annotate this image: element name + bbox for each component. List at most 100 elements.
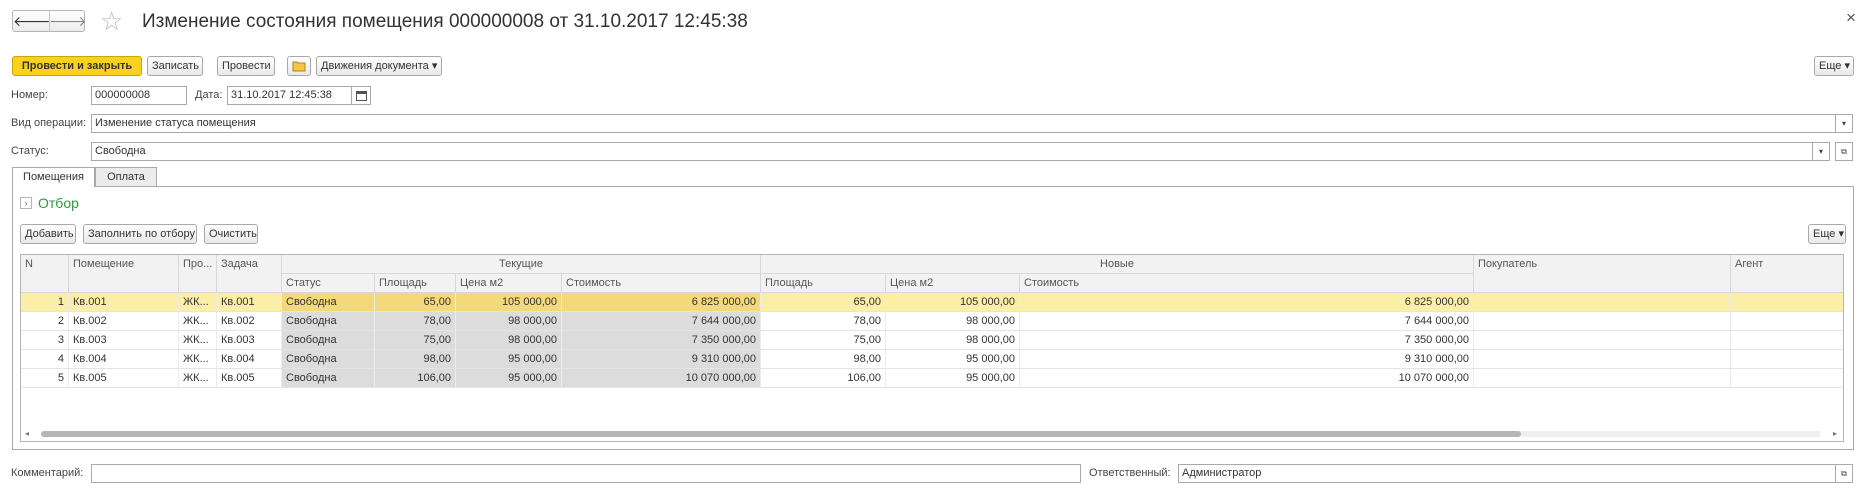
- cell-area[interactable]: 78,00: [375, 312, 456, 330]
- cell-new-area[interactable]: 75,00: [761, 331, 886, 349]
- cell-new-cost[interactable]: 9 310 000,00: [1020, 350, 1474, 368]
- header-project[interactable]: Про...: [179, 255, 217, 293]
- cell-area[interactable]: 106,00: [375, 369, 456, 387]
- more-button[interactable]: Еще ▾: [1814, 56, 1854, 76]
- cell-status[interactable]: Свободна: [282, 331, 375, 349]
- tab-payment[interactable]: Оплата: [95, 167, 157, 186]
- add-row-button[interactable]: Добавить: [20, 224, 76, 244]
- header-buyer[interactable]: Покупатель: [1474, 255, 1731, 293]
- favorite-star-icon[interactable]: ☆: [100, 6, 123, 36]
- cell-new-price[interactable]: 95 000,00: [886, 369, 1020, 387]
- scroll-left-icon[interactable]: ◂: [25, 429, 29, 438]
- cell-area[interactable]: 75,00: [375, 331, 456, 349]
- header-n[interactable]: N: [21, 255, 69, 293]
- header-agent[interactable]: Агент: [1731, 255, 1843, 293]
- status-field[interactable]: Свободна: [91, 142, 1813, 161]
- cell-proj[interactable]: ЖК...: [179, 350, 217, 368]
- header-current-cost[interactable]: Стоимость: [562, 274, 761, 293]
- cell-task[interactable]: Кв.001: [217, 293, 282, 311]
- cell-cost[interactable]: 9 310 000,00: [562, 350, 761, 368]
- cell-n[interactable]: 4: [21, 350, 69, 368]
- cell-new-area[interactable]: 98,00: [761, 350, 886, 368]
- cell-new-cost[interactable]: 7 350 000,00: [1020, 331, 1474, 349]
- header-task[interactable]: Задача: [217, 255, 282, 293]
- cell-room[interactable]: Кв.002: [69, 312, 179, 330]
- cell-n[interactable]: 2: [21, 312, 69, 330]
- cell-proj[interactable]: ЖК...: [179, 369, 217, 387]
- cell-new-cost[interactable]: 6 825 000,00: [1020, 293, 1474, 311]
- cell-new-area[interactable]: 78,00: [761, 312, 886, 330]
- cell-n[interactable]: 5: [21, 369, 69, 387]
- cell-empty[interactable]: [1731, 369, 1843, 387]
- cell-task[interactable]: Кв.002: [217, 312, 282, 330]
- clear-button[interactable]: Очистить: [204, 224, 258, 244]
- cell-new-area[interactable]: 65,00: [761, 293, 886, 311]
- cell-status[interactable]: Свободна: [282, 369, 375, 387]
- cell-task[interactable]: Кв.003: [217, 331, 282, 349]
- date-field[interactable]: 31.10.2017 12:45:38: [227, 86, 352, 105]
- cell-area[interactable]: 98,00: [375, 350, 456, 368]
- cell-price[interactable]: 95 000,00: [456, 350, 562, 368]
- cell-room[interactable]: Кв.001: [69, 293, 179, 311]
- cell-n[interactable]: 3: [21, 331, 69, 349]
- responsible-open-icon[interactable]: ⧉: [1835, 464, 1853, 483]
- cell-status[interactable]: Свободна: [282, 312, 375, 330]
- cell-empty[interactable]: [1731, 331, 1843, 349]
- cell-cost[interactable]: 10 070 000,00: [562, 369, 761, 387]
- header-new-price[interactable]: Цена м2: [886, 274, 1020, 293]
- operation-type-dropdown-icon[interactable]: ▾: [1835, 114, 1853, 133]
- back-icon[interactable]: 🡐: [13, 11, 51, 31]
- fill-by-filter-button[interactable]: Заполнить по отбору: [83, 224, 197, 244]
- cell-new-cost[interactable]: 10 070 000,00: [1020, 369, 1474, 387]
- document-movements-button[interactable]: Движения документа ▾: [316, 56, 442, 76]
- post-button[interactable]: Провести: [217, 56, 275, 76]
- header-current-price[interactable]: Цена м2: [456, 274, 562, 293]
- cell-price[interactable]: 95 000,00: [456, 369, 562, 387]
- number-field[interactable]: 000000008: [91, 86, 187, 105]
- close-icon[interactable]: ×: [1846, 8, 1856, 28]
- cell-new-cost[interactable]: 7 644 000,00: [1020, 312, 1474, 330]
- cell-empty[interactable]: [1474, 369, 1731, 387]
- tab-rooms[interactable]: Помещения: [12, 167, 95, 187]
- post-and-close-button[interactable]: Провести и закрыть: [12, 56, 142, 76]
- cell-cost[interactable]: 7 644 000,00: [562, 312, 761, 330]
- cell-new-price[interactable]: 95 000,00: [886, 350, 1020, 368]
- cell-proj[interactable]: ЖК...: [179, 331, 217, 349]
- cell-status[interactable]: Свободна: [282, 350, 375, 368]
- cell-task[interactable]: Кв.004: [217, 350, 282, 368]
- scroll-right-icon[interactable]: ▸: [1833, 429, 1837, 438]
- header-new-cost[interactable]: Стоимость: [1020, 274, 1474, 293]
- cell-status[interactable]: Свободна: [282, 293, 375, 311]
- cell-empty[interactable]: [1731, 350, 1843, 368]
- cell-n[interactable]: 1: [21, 293, 69, 311]
- cell-empty[interactable]: [1474, 350, 1731, 368]
- header-room[interactable]: Помещение: [69, 255, 179, 293]
- cell-price[interactable]: 105 000,00: [456, 293, 562, 311]
- cell-empty[interactable]: [1474, 331, 1731, 349]
- cell-area[interactable]: 65,00: [375, 293, 456, 311]
- forward-icon[interactable]: 🡒: [49, 11, 87, 31]
- cell-new-area[interactable]: 106,00: [761, 369, 886, 387]
- cell-empty[interactable]: [1731, 312, 1843, 330]
- cell-cost[interactable]: 7 350 000,00: [562, 331, 761, 349]
- cell-cost[interactable]: 6 825 000,00: [562, 293, 761, 311]
- cell-proj[interactable]: ЖК...: [179, 312, 217, 330]
- table-row[interactable]: 1 Кв.001 ЖК... Кв.001 Свободна 65,00 105 000,0…: [21, 293, 1843, 312]
- table-more-button[interactable]: Еще ▾: [1808, 224, 1846, 244]
- calendar-button[interactable]: [351, 86, 371, 105]
- cell-new-price[interactable]: 105 000,00: [886, 293, 1020, 311]
- responsible-field[interactable]: Администратор: [1178, 464, 1836, 483]
- cell-price[interactable]: 98 000,00: [456, 312, 562, 330]
- filter-label[interactable]: Отбор: [38, 195, 79, 212]
- cell-empty[interactable]: [1474, 312, 1731, 330]
- cell-new-price[interactable]: 98 000,00: [886, 312, 1020, 330]
- cell-room[interactable]: Кв.003: [69, 331, 179, 349]
- comment-field[interactable]: [91, 464, 1081, 483]
- status-open-icon[interactable]: ⧉: [1835, 142, 1853, 161]
- save-button[interactable]: Записать: [147, 56, 203, 76]
- table-row[interactable]: 3 Кв.003 ЖК... Кв.003 Свободна 75,00 98 000,00…: [21, 331, 1843, 350]
- scrollbar-thumb[interactable]: [41, 431, 1521, 437]
- cell-empty[interactable]: [1731, 293, 1843, 311]
- header-new-area[interactable]: Площадь: [761, 274, 886, 293]
- horizontal-scrollbar[interactable]: [41, 431, 1821, 437]
